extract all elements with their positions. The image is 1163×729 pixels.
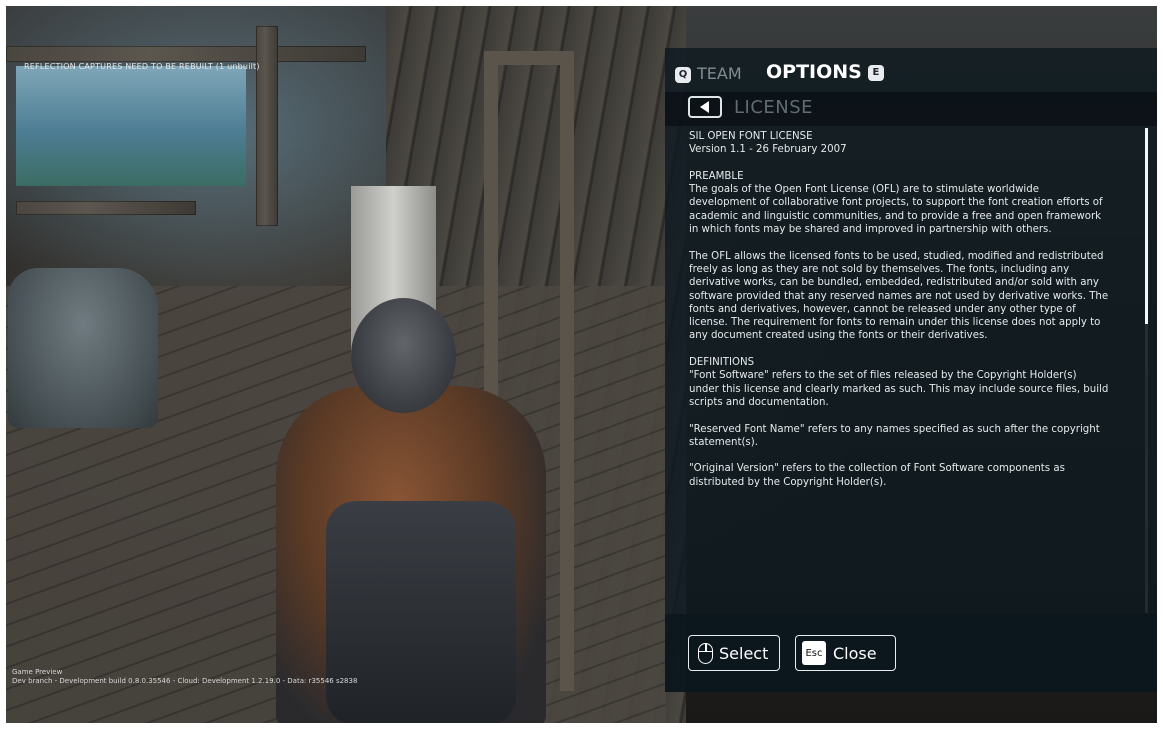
license-text-scroll[interactable]: SIL OPEN FONT LICENSE Version 1.1 - 26 F… (689, 130, 1109, 610)
definition-paragraph: "Font Software" refers to the set of fil… (689, 370, 1109, 408)
player-character-head (351, 298, 456, 413)
select-button[interactable]: Select (688, 635, 780, 671)
back-arrow-button[interactable] (688, 96, 722, 118)
player-backpack (326, 501, 516, 723)
scrollbar-thumb[interactable] (1145, 128, 1148, 324)
definitions-heading: DEFINITIONS (689, 357, 755, 369)
q-key-icon: Q (675, 66, 691, 83)
build-info-title: Game Preview (12, 668, 63, 676)
build-info-version: Dev branch - Development build 0.8.0.355… (12, 677, 358, 685)
close-label: Close (833, 643, 877, 663)
license-heading: SIL OPEN FONT LICENSE (689, 131, 813, 142)
preamble-paragraph: The goals of the Open Font License (OFL)… (689, 184, 1103, 236)
tab-team[interactable]: Q TEAM (675, 64, 742, 83)
tab-team-label: TEAM (697, 64, 742, 83)
license-version: Version 1.1 - 26 February 2007 (689, 144, 847, 156)
definition-paragraph: "Reserved Font Name" refers to any names… (689, 423, 1100, 448)
page-title: LICENSE (734, 97, 814, 118)
preamble-heading: PREAMBLE (689, 170, 744, 182)
window-frame-post (256, 26, 278, 226)
scrollbar[interactable] (1145, 128, 1148, 613)
tab-options[interactable]: OPTIONS E (766, 61, 884, 83)
ceiling-beam (6, 46, 366, 62)
debug-reflection-warning: REFLECTION CAPTURES NEED TO BE REBUILT (… (24, 62, 260, 71)
build-info: Game Preview Dev branch - Development bu… (12, 668, 357, 686)
definition-paragraph: "Original Version" refers to the collect… (689, 463, 1065, 488)
table-top (16, 201, 196, 215)
tab-options-label: OPTIONS (766, 61, 862, 83)
armchair (8, 268, 158, 428)
mouse-icon (698, 642, 713, 664)
e-key-icon: E (867, 64, 884, 81)
close-button[interactable]: Esc Close (795, 635, 896, 671)
preamble-paragraph: The OFL allows the licensed fonts to be … (689, 250, 1109, 342)
select-label: Select (719, 643, 769, 663)
window-sea-view (16, 66, 246, 186)
esc-key-icon: Esc (802, 641, 826, 665)
